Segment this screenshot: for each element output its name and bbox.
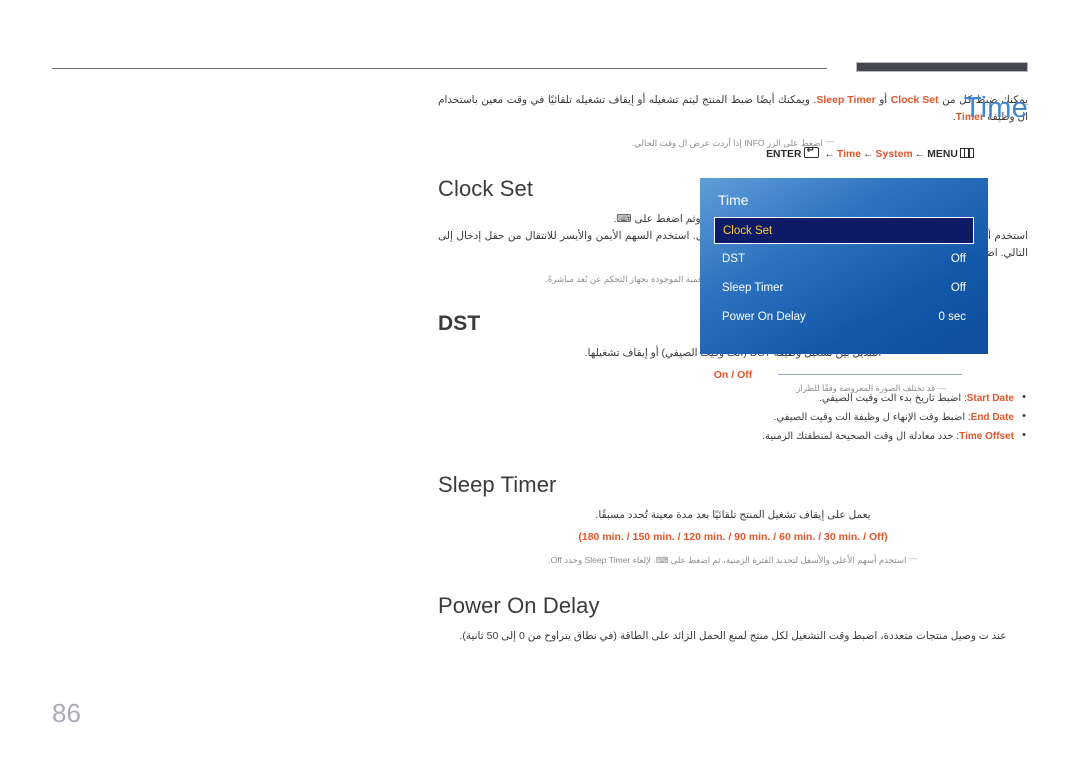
bullet-keyword-end-date: End Date xyxy=(970,412,1014,423)
header-accent-bar xyxy=(856,62,1028,72)
side-note-text: قد تختلف الصورة المعروضة وفقًا للطراز. xyxy=(794,383,936,393)
note-dash: ― xyxy=(908,553,918,563)
section-title-power-on-delay: Power On Delay xyxy=(438,593,600,618)
osd-label: Clock Set xyxy=(723,224,773,237)
bullet-keyword-time-offset: Time Offset xyxy=(959,431,1014,442)
page-number: 86 xyxy=(52,698,81,728)
osd-value: Off xyxy=(950,281,966,294)
osd-label: Power On Delay xyxy=(722,310,806,323)
osd-header-title: Time xyxy=(718,192,749,208)
breadcrumb: ENTER←Time←System←MENU xyxy=(700,145,1040,160)
sleep-timer-options: (180 min. / 150 min. / 120 min. / 90 min… xyxy=(578,531,888,543)
page-title: Time xyxy=(963,92,1028,124)
enter-key-icon xyxy=(804,145,820,158)
osd-row-clock-set[interactable]: Clock Set xyxy=(714,217,974,244)
osd-value: Off xyxy=(950,252,966,265)
bullet-text: : حدد معادلة ال وقت الصحيحة لمنطقتك الزم… xyxy=(762,431,960,442)
osd-value: 0 sec xyxy=(938,310,967,323)
side-note-divider xyxy=(778,374,962,375)
sleep-timer-note-text: استخدم أسهم الأعلى والأسفل لتحديد الفترة… xyxy=(548,555,907,565)
osd-label: DST xyxy=(722,252,745,265)
osd-panel: Time Clock Set DST Off Sleep Timer Off P… xyxy=(700,178,988,354)
osd-row-power-on-delay[interactable]: Power On Delay 0 sec xyxy=(714,302,974,331)
side-note: ― قد تختلف الصورة المعروضة وفقًا للطراز. xyxy=(700,382,1040,395)
page-root: يمكنك ضبط كل من Clock Set أو Sleep Timer… xyxy=(0,0,1080,763)
bullet-text: : اضبط وقت الإنهاء ل وظيفة الت وقيت الصي… xyxy=(773,412,971,423)
breadcrumb-item-time: Time xyxy=(836,149,862,160)
sleep-timer-note: ― استخدم أسهم الأعلى والأسفل لتحديد الفت… xyxy=(438,551,1028,567)
list-item: Time Offset: حدد معادلة ال وقت الصحيحة ل… xyxy=(438,426,1028,446)
power-on-delay-paragraph-1: عند ت وصيل منتجات متعددة، اضبط وقت التشغ… xyxy=(459,630,1007,642)
breadcrumb-enter-label: ENTER xyxy=(766,149,802,160)
osd-label: Sleep Timer xyxy=(722,281,784,294)
header-divider xyxy=(52,68,827,69)
breadcrumb-arrow-1: ← xyxy=(824,149,835,160)
breadcrumb-arrow-3: ← xyxy=(914,149,926,160)
section-title-sleep-timer: Sleep Timer xyxy=(438,472,557,497)
osd-row-sleep-timer[interactable]: Sleep Timer Off xyxy=(714,273,974,302)
osd-row-dst[interactable]: DST Off xyxy=(714,244,974,273)
menu-grid-icon xyxy=(959,148,974,158)
breadcrumb-arrow-2: ← xyxy=(863,149,874,160)
breadcrumb-item-system: System xyxy=(875,149,913,160)
note-dash: ― xyxy=(937,383,946,393)
breadcrumb-item-menu: MENU xyxy=(927,149,958,160)
sleep-timer-paragraph-1: يعمل على إيقاف تشغيل المنتج تلقائيًا بعد… xyxy=(595,509,871,521)
side-panel-column: Time ENTER←Time←System←MENU Time Clock S… xyxy=(700,92,1040,395)
dst-bullet-list: Start Date: اضبط تاريخ بدء الت وقيت الصي… xyxy=(438,388,1028,446)
list-item: End Date: اضبط وقت الإنهاء ل وظيفة الت و… xyxy=(438,407,1028,427)
